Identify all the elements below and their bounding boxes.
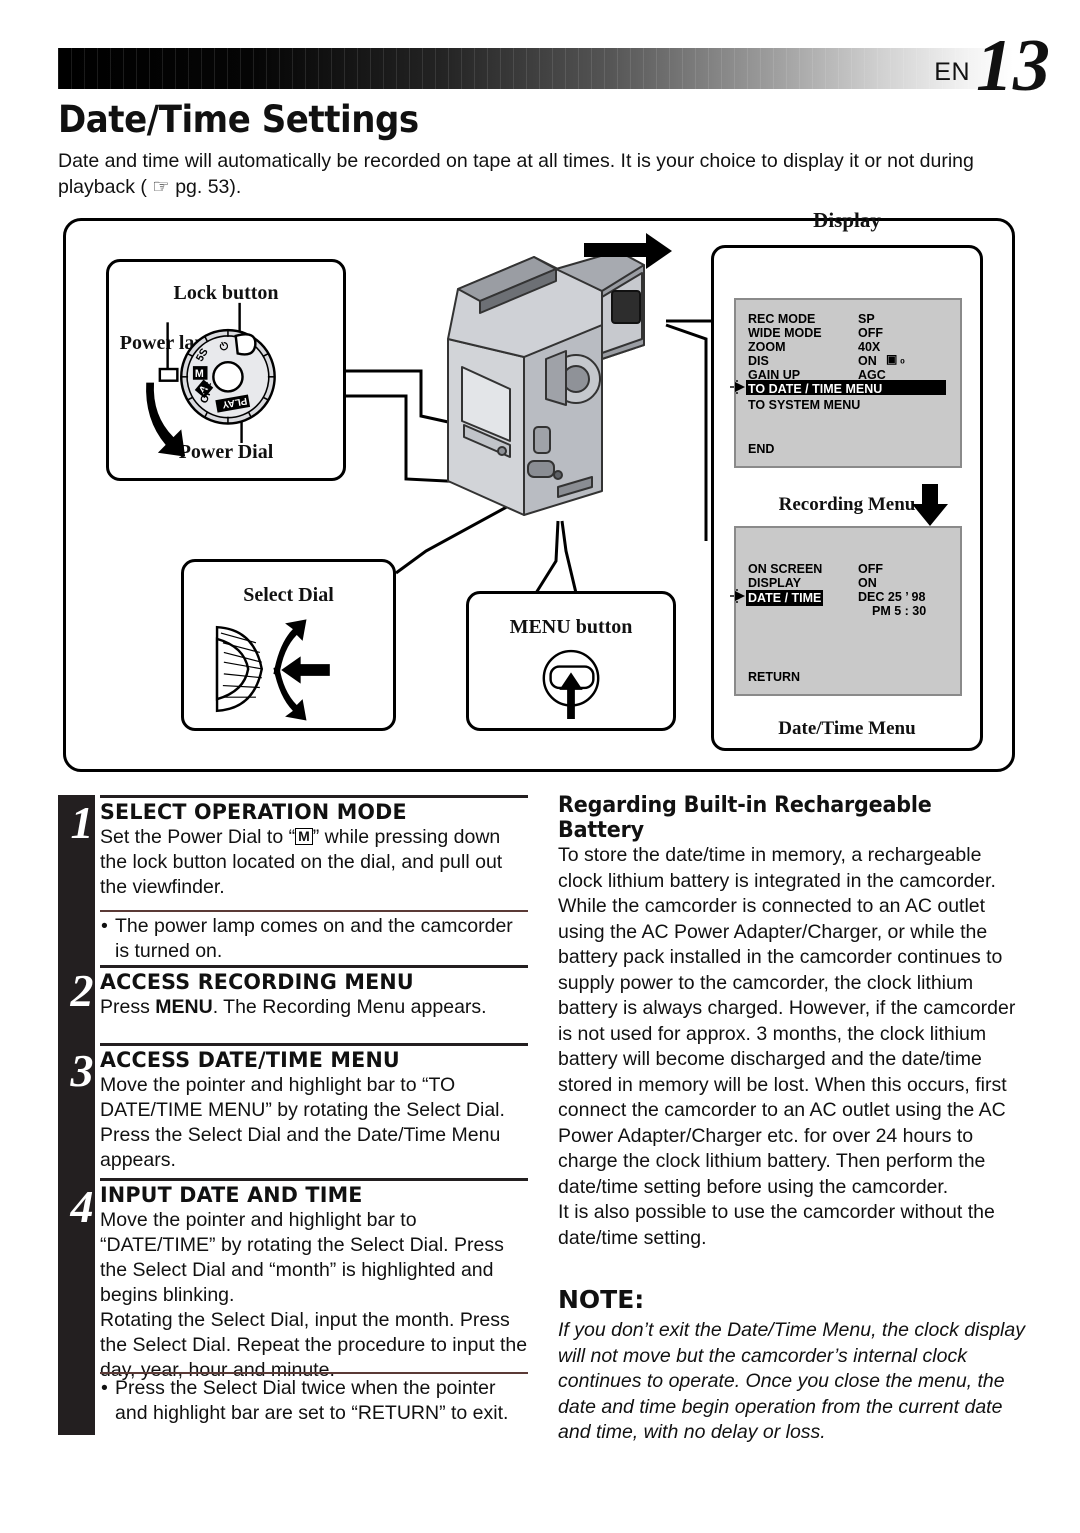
display-callout-box: Display REC MODE SP WIDE MODE OFF ZOOM 4… — [711, 208, 983, 751]
select-dial-drawing — [215, 619, 330, 721]
menu-value-dis: ON — [858, 354, 877, 368]
dt-row-display: DISPLAY — [748, 576, 802, 590]
step-rule-thin — [100, 1372, 528, 1374]
dt-value-time: PM 5 : 30 — [872, 604, 927, 618]
svg-text:M: M — [195, 368, 204, 380]
step-1-note: The power lamp comes on and the camcorde… — [100, 910, 528, 964]
menu-button-callout-box: MENU button — [466, 591, 676, 731]
menu-keyword: MENU — [155, 996, 213, 1018]
power-dial-drawing: ⏻ 5S M A OFF PLAY — [146, 302, 276, 457]
menu-row-zoom: ZOOM — [748, 340, 786, 354]
note-body: If you don’t exit the Date/Time Menu, th… — [558, 1319, 1025, 1443]
dt-row-return: RETURN — [748, 670, 801, 684]
right-column: Regarding Built-in Rechargeable Battery … — [558, 793, 1028, 1446]
menu-value-rec-mode: SP — [858, 312, 875, 326]
gradient-stripes — [58, 48, 1013, 89]
step-3: ACCESS DATE/TIME MENU Move the pointer a… — [100, 1043, 528, 1173]
step-1-body: Set the Power Dial to “M” while pressing… — [100, 825, 528, 900]
step-1-heading: SELECT OPERATION MODE — [100, 800, 407, 825]
hand-shake-icon: ▣ ₀ — [886, 352, 906, 366]
select-dial-label: Select Dial — [243, 584, 334, 606]
step-2: ACCESS RECORDING MENU Press MENU. The Re… — [100, 965, 528, 1020]
language-code: EN — [934, 58, 970, 86]
display-label: Display — [813, 208, 881, 232]
step-3-body: Move the pointer and highlight bar to “T… — [100, 1074, 505, 1171]
menu-pointer-icon — [730, 380, 745, 394]
lock-button-nub — [234, 333, 257, 356]
intro-paragraph: Date and time will automatically be reco… — [58, 150, 974, 198]
diagram-panel: Lock button Power lamp Power Dial ⏻ 5S M… — [63, 208, 1015, 772]
power-lamp-indicator — [158, 367, 179, 382]
battery-paragraph-2: It is also possible to use the camcorder… — [558, 1201, 995, 1249]
step-4-bullet: Press the Select Dial twice when the poi… — [100, 1376, 528, 1426]
step-number-2: 2 — [70, 965, 94, 1016]
battery-heading: Regarding Built-in Rechargeable Battery — [558, 793, 932, 843]
step-rule — [100, 1043, 528, 1046]
step-1: SELECT OPERATION MODE Set the Power Dial… — [100, 795, 528, 900]
step-number-band — [58, 795, 95, 1435]
step-2-body-post: . The Recording Menu appears. — [212, 996, 487, 1018]
step-rule — [100, 795, 528, 798]
menu-row-to-system-menu: TO SYSTEM MENU — [748, 398, 861, 412]
recording-menu-screen: REC MODE SP WIDE MODE OFF ZOOM 40X DIS O… — [730, 298, 962, 468]
menu-row-to-date-time-menu: TO DATE / TIME MENU — [748, 382, 883, 396]
step-4: INPUT DATE AND TIME Move the pointer and… — [100, 1178, 528, 1383]
step-4-body: Move the pointer and highlight bar to “D… — [100, 1209, 528, 1381]
step-4-note: Press the Select Dial twice when the poi… — [100, 1372, 528, 1426]
date-time-menu-screen: ON SCREEN OFF DISPLAY ON DATE / TIME DEC… — [730, 526, 962, 696]
dt-value-date: DEC 25 ’ 98 — [858, 590, 926, 604]
step-2-heading: ACCESS RECORDING MENU — [100, 970, 414, 995]
dt-row-on-screen: ON SCREEN — [748, 562, 823, 576]
menu-button-drawing — [542, 649, 600, 720]
menu-button-label: MENU button — [509, 616, 633, 638]
step-number-1: 1 — [70, 797, 94, 848]
page-number: 13 — [976, 25, 1050, 107]
page-title: Date/Time Settings — [58, 98, 419, 141]
step-2-body-pre: Press — [100, 996, 156, 1018]
camcorder-illustration — [447, 233, 672, 516]
step-1-bullet: The power lamp comes on and the camcorde… — [100, 914, 528, 964]
step-number-4: 4 — [70, 1181, 94, 1232]
dt-row-date-time: DATE / TIME — [746, 590, 824, 606]
mode-m-glyph: M — [295, 828, 313, 845]
step-rule-thin — [100, 910, 528, 912]
menu-row-rec-mode: REC MODE — [748, 312, 816, 326]
manual-page: EN 13 Date/Time Settings Date and time w… — [0, 0, 1080, 1533]
date-time-menu-caption: Date/Time Menu — [778, 718, 916, 739]
menu-row-wide-mode: WIDE MODE — [748, 326, 822, 340]
menu-value-zoom: 40X — [858, 340, 881, 354]
battery-paragraph-1: To store the date/time in memory, a rech… — [558, 844, 1016, 1198]
dt-value-display: ON — [858, 576, 877, 590]
step-3-heading: ACCESS DATE/TIME MENU — [100, 1048, 400, 1073]
step-1-body-pre: Set the Power Dial to “ — [100, 826, 296, 848]
step-2-body: Press MENU. The Recording Menu appears. — [100, 995, 528, 1020]
step-rule — [100, 965, 528, 968]
down-arrow-icon — [912, 484, 948, 526]
menu-row-end: END — [748, 442, 775, 456]
step-rule — [100, 1178, 528, 1181]
header-gradient-bar — [58, 48, 1013, 89]
step-4-heading: INPUT DATE AND TIME — [100, 1183, 363, 1208]
select-dial-callout-box: Select Dial — [181, 559, 396, 731]
dt-value-on-screen: OFF — [858, 562, 883, 576]
step-number-3: 3 — [70, 1045, 94, 1096]
power-dial-callout-box: Lock button Power lamp Power Dial ⏻ 5S M… — [106, 259, 346, 481]
menu-row-dis: DIS — [748, 354, 769, 368]
menu-value-wide-mode: OFF — [858, 326, 883, 340]
dt-pointer-icon — [730, 589, 745, 603]
note-heading: NOTE: — [558, 1285, 645, 1314]
